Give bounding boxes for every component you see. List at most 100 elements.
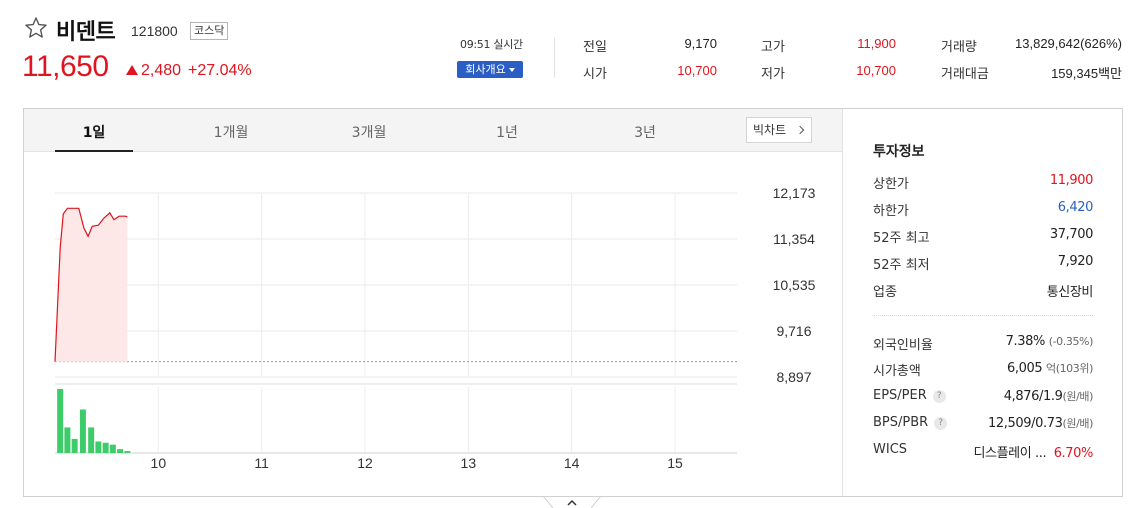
current-price: 11,650 xyxy=(22,50,109,83)
price-area-fill xyxy=(55,208,128,362)
volume-bar xyxy=(88,427,95,453)
intraday-chart[interactable]: 12,173 11,354 10,535 9,716 8,897 10 11 12 13 14 15 xyxy=(24,153,842,496)
price-axis-label: 10,535 xyxy=(773,277,816,293)
info-divider xyxy=(873,315,1093,316)
market-cap-label: 시가총액 xyxy=(873,364,921,379)
investment-info: 투자정보 상한가 11,900 하한가 6,420 52주 최고 37,700 … xyxy=(843,109,1122,496)
investment-info-title: 투자정보 xyxy=(873,144,925,160)
industry-row: 업종 통신장비 xyxy=(873,281,1094,300)
collapse-toggle[interactable] xyxy=(543,496,601,508)
bps-pbr-row: BPS/PBR? 12,509/0.73(원/배) xyxy=(873,415,1093,433)
up-arrow-icon xyxy=(126,65,138,75)
industry-value[interactable]: 통신장비 xyxy=(1047,281,1094,300)
52week-low-row: 52주 최저 7,920 xyxy=(873,254,1094,273)
prev-close-label: 전일 xyxy=(583,40,607,55)
wics-sector: 디스플레이 ... xyxy=(973,446,1047,461)
eps-per-value: 4,876/1.9(원/배) xyxy=(1003,388,1094,404)
time-axis-label: 13 xyxy=(461,455,477,471)
52week-low-label: 52주 최저 xyxy=(873,258,930,273)
eps-per-label-text: EPS/PER xyxy=(873,388,927,403)
market-badge: 코스닥 xyxy=(190,22,229,40)
time-axis-label: 10 xyxy=(151,455,167,471)
52week-high-label: 52주 최고 xyxy=(873,231,930,246)
volume-bar xyxy=(57,389,64,453)
low-value: 10,700 xyxy=(856,63,896,78)
foreign-ratio-row: 외국인비율 7.38% (-0.35%) xyxy=(873,334,1094,353)
foreign-ratio-number: 7.38% xyxy=(1005,334,1046,349)
amount-value: 159,345백만 xyxy=(1051,66,1122,81)
volume-bar xyxy=(71,438,78,453)
price-axis-label: 11,354 xyxy=(773,231,815,247)
foreign-ratio-label: 외국인비율 xyxy=(873,338,933,353)
bps-pbr-label-text: BPS/PBR xyxy=(873,415,929,430)
volume-bar xyxy=(79,409,86,453)
price-change: 2,480 xyxy=(141,62,182,79)
time-axis-label: 11 xyxy=(254,455,269,471)
bps-pbr-label: BPS/PBR? xyxy=(873,415,948,430)
eps-per-unit: (원/배) xyxy=(1062,390,1093,403)
tab-3months[interactable]: 3개월 xyxy=(332,122,406,142)
bps-pbr-value: 12,509/0.73(원/배) xyxy=(988,415,1093,431)
volume-bar xyxy=(117,449,124,453)
price-axis-label: 8,897 xyxy=(776,369,811,385)
market-cap-number: 6,005 xyxy=(1007,361,1043,376)
wics-value[interactable]: 디스플레이 ... 6.70% xyxy=(973,442,1093,461)
volume-value: 13,829,642(626%) xyxy=(1015,36,1122,51)
wics-label: WICS xyxy=(873,442,908,457)
time-axis-label: 12 xyxy=(357,455,373,471)
bps-pbr-number: 12,509/0.73 xyxy=(988,416,1063,431)
favorite-star-icon[interactable] xyxy=(24,16,48,40)
company-overview-label: 회사개요 xyxy=(465,63,506,76)
big-chart-label: 빅차트 xyxy=(753,123,787,137)
tab-1month[interactable]: 1개월 xyxy=(194,122,268,142)
price-axis-label: 9,716 xyxy=(776,323,811,339)
help-icon[interactable]: ? xyxy=(934,417,948,430)
52week-high-value: 37,700 xyxy=(1049,227,1093,242)
industry-label: 업종 xyxy=(873,285,897,300)
upper-limit-row: 상한가 11,900 xyxy=(873,173,1093,192)
bps-pbr-unit: (원/배) xyxy=(1062,417,1093,430)
tab-1day[interactable]: 1일 xyxy=(55,122,133,142)
market-cap-rank: 억(103위) xyxy=(1045,362,1093,375)
eps-per-label: EPS/PER? xyxy=(873,388,946,403)
volume-label: 거래량 xyxy=(941,40,977,55)
amount-label: 거래대금 xyxy=(941,67,989,82)
chart-panel: 1일 1개월 3개월 1년 3년 빅차트 12,173 11,354 10,535 9… xyxy=(23,108,1123,497)
header-divider xyxy=(554,38,555,78)
price-axis-label: 12,173 xyxy=(773,185,816,201)
high-label: 고가 xyxy=(761,40,785,55)
tab-1year[interactable]: 1년 xyxy=(470,122,544,142)
upper-limit-label: 상한가 xyxy=(873,177,909,192)
volume-bar xyxy=(109,444,116,453)
market-cap-value: 6,005 억(103위) xyxy=(1007,360,1093,376)
52week-low-value: 7,920 xyxy=(1057,254,1094,269)
market-cap-row: 시가총액 6,005 억(103위) xyxy=(873,360,1093,379)
time-axis-label: 15 xyxy=(667,455,683,471)
open-value: 10,700 xyxy=(677,63,717,78)
volume-bar xyxy=(124,451,131,453)
wics-change: 6.70% xyxy=(1053,446,1094,461)
wics-row: WICS 디스플레이 ... 6.70% xyxy=(873,442,1093,461)
low-label: 저가 xyxy=(761,67,785,82)
tab-3years[interactable]: 3년 xyxy=(608,122,682,142)
time-axis-label: 14 xyxy=(564,455,580,471)
stock-name: 비덴트 xyxy=(56,20,116,45)
company-overview-button[interactable]: 회사개요 xyxy=(457,61,523,78)
volume-bar xyxy=(95,441,102,453)
caret-down-icon xyxy=(508,68,515,72)
upper-limit-value: 11,900 xyxy=(1049,173,1093,188)
eps-per-number: 4,876/1.9 xyxy=(1003,389,1063,404)
foreign-ratio-change: (-0.35%) xyxy=(1048,335,1094,348)
big-chart-button[interactable]: 빅차트 xyxy=(746,117,812,143)
prev-close-value: 9,170 xyxy=(684,36,717,51)
chevron-up-icon xyxy=(567,499,577,506)
help-icon[interactable]: ? xyxy=(932,390,946,403)
volume-bar xyxy=(64,427,71,453)
eps-per-row: EPS/PER? 4,876/1.9(원/배) xyxy=(873,388,1093,406)
realtime-timestamp: 09:51 실시간 xyxy=(460,38,523,51)
price-change-percent: +27.04% xyxy=(188,62,252,79)
lower-limit-label: 하한가 xyxy=(873,204,909,219)
lower-limit-row: 하한가 6,420 xyxy=(873,200,1093,219)
active-tab-indicator xyxy=(55,150,133,152)
foreign-ratio-value: 7.38% (-0.35%) xyxy=(1005,334,1094,349)
